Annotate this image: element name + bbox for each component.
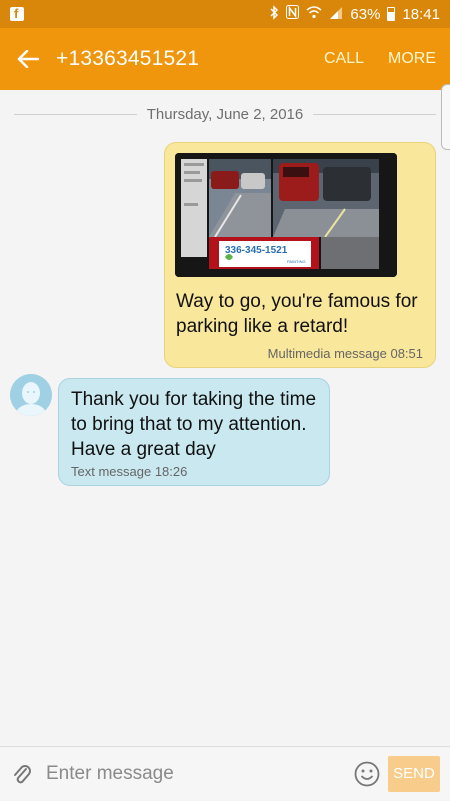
back-arrow-icon[interactable] bbox=[0, 28, 56, 90]
outgoing-message-text: Way to go, you're famous for parking lik… bbox=[176, 291, 418, 337]
mms-image-caption-sub: PAINTING bbox=[287, 259, 306, 264]
signal-icon bbox=[329, 6, 343, 23]
bluetooth-icon bbox=[269, 4, 279, 24]
status-time: 18:41 bbox=[402, 5, 440, 23]
message-input[interactable] bbox=[44, 753, 346, 794]
divider-line bbox=[14, 114, 137, 115]
nfc-icon bbox=[286, 5, 300, 23]
battery-icon bbox=[387, 7, 396, 21]
wifi-icon bbox=[306, 5, 322, 23]
contact-avatar[interactable] bbox=[10, 374, 52, 416]
status-bar: 63% 18:41 bbox=[0, 0, 450, 28]
facebook-icon bbox=[10, 6, 24, 21]
incoming-message-bubble[interactable]: Thank you for taking the time to bring t… bbox=[58, 378, 330, 486]
date-divider: Thursday, June 2, 2016 bbox=[14, 106, 436, 123]
status-icons: 63% 18:41 bbox=[269, 4, 440, 24]
app-bar: +13363451521 CALL MORE bbox=[0, 28, 450, 90]
scroll-handle[interactable] bbox=[441, 84, 450, 150]
more-button[interactable]: MORE bbox=[376, 50, 450, 68]
send-button[interactable]: SEND bbox=[388, 755, 440, 792]
mms-image-caption: 336-345-1521 bbox=[225, 245, 288, 256]
date-divider-text: Thursday, June 2, 2016 bbox=[146, 106, 304, 123]
paperclip-icon[interactable] bbox=[0, 747, 44, 801]
message-composer: SEND bbox=[0, 746, 450, 800]
outgoing-message-meta: Multimedia message 08:51 bbox=[267, 346, 423, 361]
incoming-message-text: Thank you for taking the time to bring t… bbox=[71, 389, 317, 460]
battery-percent: 63% bbox=[350, 5, 381, 23]
outgoing-message-bubble[interactable]: 336-345-1521 PAINTING Way to go, you're … bbox=[164, 142, 436, 368]
divider-line bbox=[313, 114, 436, 115]
smiley-icon[interactable] bbox=[346, 747, 388, 801]
message-thread[interactable]: Thursday, June 2, 2016 336-345-1521 PAIN… bbox=[0, 84, 450, 746]
contact-title: +13363451521 bbox=[56, 47, 200, 70]
mms-image[interactable]: 336-345-1521 PAINTING bbox=[175, 153, 397, 277]
call-button[interactable]: CALL bbox=[312, 50, 376, 68]
incoming-message-meta: Text message 18:26 bbox=[71, 464, 188, 479]
